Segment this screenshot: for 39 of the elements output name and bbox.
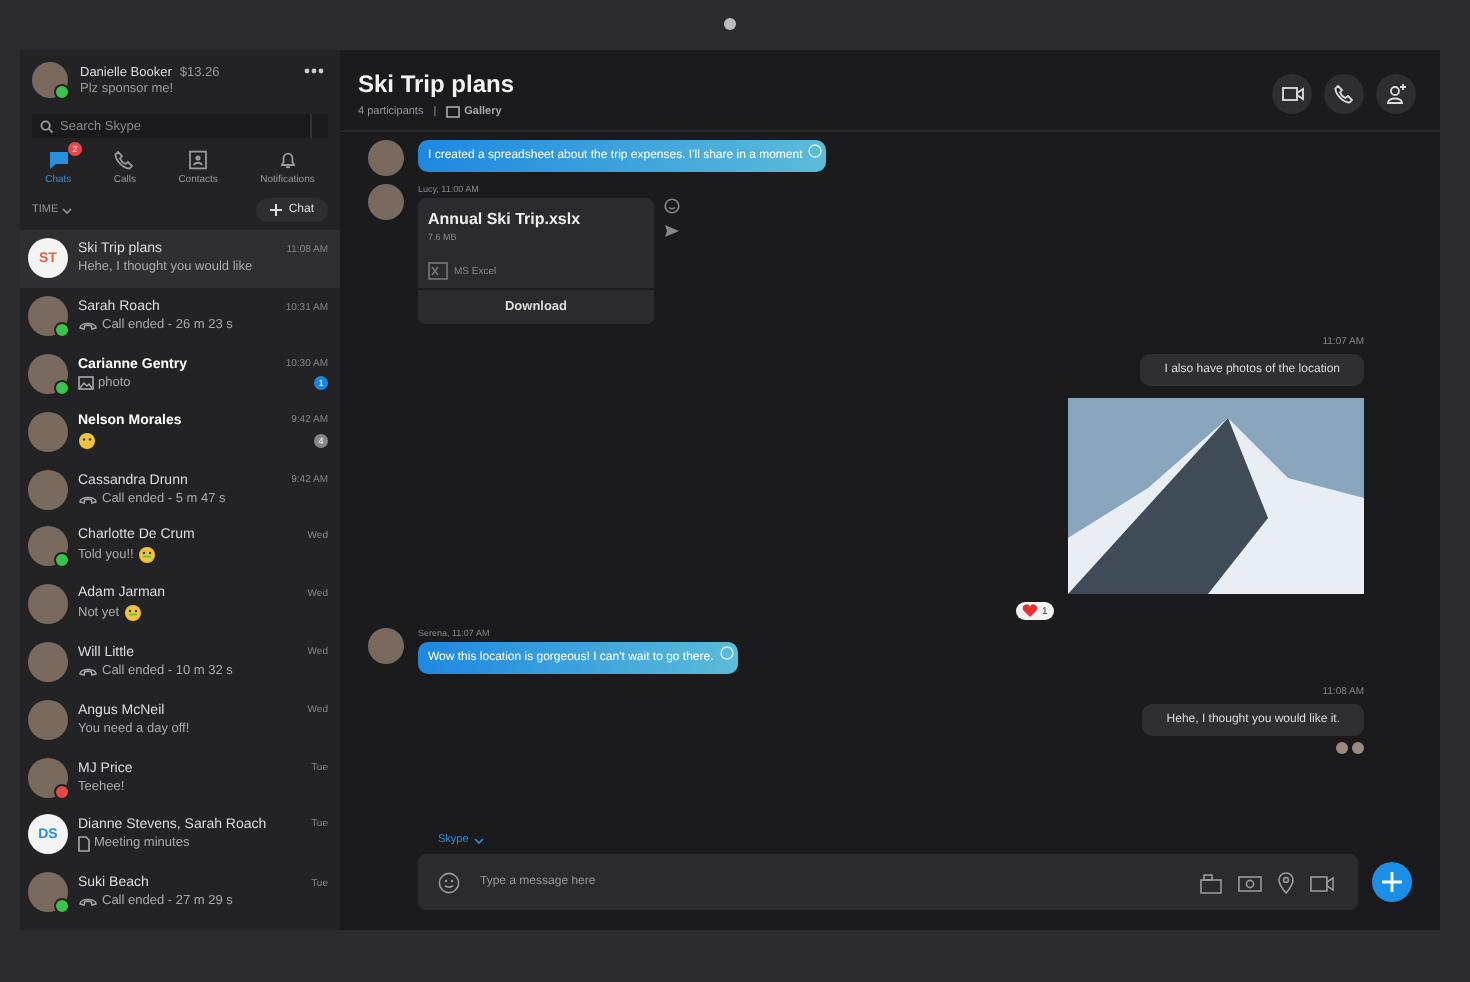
phone-icon [1334,84,1354,104]
media-icon[interactable] [1200,873,1222,893]
location-pin-icon[interactable] [1278,872,1294,894]
avatar[interactable] [32,62,68,98]
avatar [368,140,404,176]
avatar [368,184,404,220]
money-icon[interactable] [1238,875,1262,891]
chevron-down-icon [62,207,73,213]
add-person-icon [1385,84,1407,104]
avatar [28,411,68,452]
avatar [28,641,68,682]
add-button[interactable] [1372,862,1412,902]
image-icon [446,106,461,118]
emoji-picker-icon[interactable] [438,871,460,893]
avatar [28,584,68,625]
camera-dot [724,18,736,30]
video-message-icon[interactable] [1310,875,1334,891]
avatar [28,469,68,510]
video-camera-icon [1281,86,1303,102]
video-call-button[interactable] [1272,74,1312,114]
plus-icon [270,204,283,216]
plus-icon [1382,872,1402,892]
heart-icon [1022,604,1038,618]
spreadsheet-icon [428,262,448,280]
phone-icon [114,150,135,170]
add-person-button[interactable] [1376,74,1416,114]
smiley-icon[interactable] [664,198,680,214]
chevron-down-icon [474,837,485,843]
file-name: Annual Ski Trip.xslx [428,210,583,228]
bell-icon [277,150,298,170]
forward-icon[interactable] [664,224,680,238]
avatar [368,628,404,664]
more-icon[interactable] [304,68,324,74]
avatar [28,699,68,740]
search-icon [40,119,54,133]
chat-icon [47,150,70,170]
contact-card-icon [188,150,209,170]
audio-call-button[interactable] [1324,74,1364,114]
chat-title: Ski Trip plans [358,70,515,98]
